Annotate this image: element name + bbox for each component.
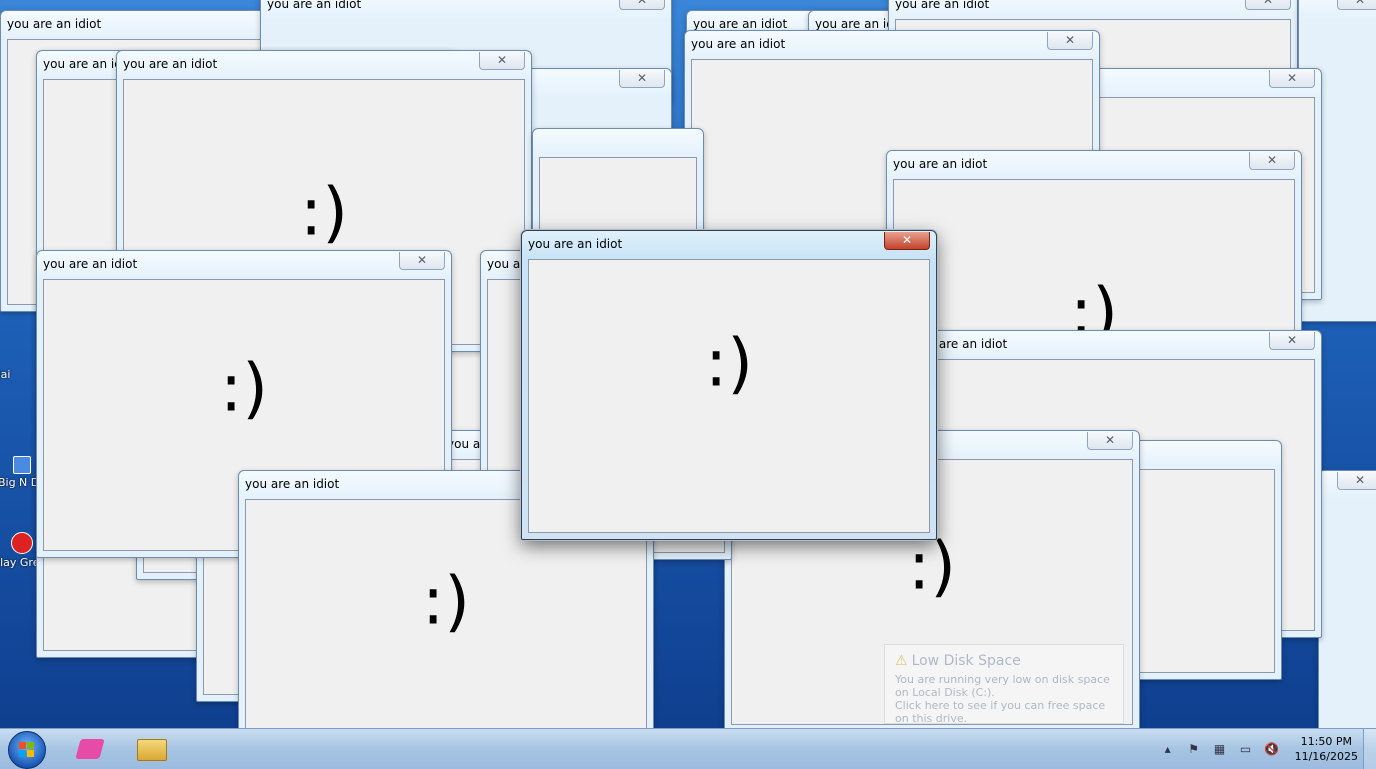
tray-expand-icon[interactable]: ▴ bbox=[1160, 741, 1176, 757]
volume-muted-icon[interactable]: 🔇 bbox=[1264, 741, 1280, 757]
smiley-text: :) bbox=[422, 562, 470, 640]
window-title: you are an idiot bbox=[267, 0, 362, 11]
window-title: you are an idiot bbox=[7, 17, 102, 31]
taskbar-app-explorer[interactable] bbox=[132, 733, 172, 765]
popup-window[interactable]: ✕ bbox=[1318, 470, 1376, 728]
windows-flag-icon bbox=[19, 742, 35, 758]
folder-icon bbox=[137, 739, 167, 761]
close-button[interactable]: ✕ bbox=[1047, 32, 1093, 50]
close-button[interactable]: ✕ bbox=[479, 52, 525, 70]
close-button[interactable]: ✕ bbox=[1269, 332, 1315, 350]
notification-body: You are running very low on disk space o… bbox=[895, 673, 1110, 699]
show-desktop-button[interactable] bbox=[1363, 729, 1376, 769]
window-title: you are an idiot bbox=[895, 0, 990, 11]
window-title: you are an idiot bbox=[528, 237, 623, 251]
notification-title-text: Low Disk Space bbox=[911, 653, 1021, 669]
window-title: you are an idiot bbox=[893, 157, 988, 171]
game-icon bbox=[11, 532, 33, 554]
clock-time: 11:50 PM bbox=[1300, 735, 1352, 748]
clock-date: 11/16/2025 bbox=[1294, 750, 1358, 763]
notification-title: ⚠ Low Disk Space bbox=[895, 653, 1113, 669]
system-tray: ▴ ⚑ ▦ ▭ 🔇 11:50 PM 11/16/2025 bbox=[1155, 729, 1358, 769]
network-icon[interactable]: ▦ bbox=[1212, 741, 1228, 757]
pink-box-icon bbox=[75, 739, 105, 759]
desktop: lai Big N De Play Great you are an idiot… bbox=[0, 0, 1376, 728]
close-button[interactable]: ✕ bbox=[1245, 0, 1291, 10]
close-button[interactable]: ✕ bbox=[884, 232, 930, 250]
taskbar-app-pink[interactable] bbox=[70, 733, 110, 765]
close-button[interactable]: ✕ bbox=[1087, 432, 1133, 450]
close-button[interactable]: ✕ bbox=[1337, 0, 1376, 10]
active-popup-window[interactable]: you are an idiot ✕ :) bbox=[521, 230, 937, 540]
close-button[interactable]: ✕ bbox=[1337, 472, 1376, 490]
desktop-icon-label: lai bbox=[0, 368, 11, 381]
flag-icon[interactable]: ⚑ bbox=[1186, 741, 1202, 757]
close-button[interactable]: ✕ bbox=[619, 0, 665, 10]
window-title: you are an idiot bbox=[691, 37, 786, 51]
taskbar: ▴ ⚑ ▦ ▭ 🔇 11:50 PM 11/16/2025 bbox=[0, 728, 1376, 769]
close-button[interactable]: ✕ bbox=[399, 252, 445, 270]
window-title: you are an idiot bbox=[245, 477, 340, 491]
clock[interactable]: 11:50 PM 11/16/2025 bbox=[1295, 734, 1358, 764]
smiley-text: :) bbox=[300, 173, 348, 251]
notification-action: Click here to see if you can free space … bbox=[895, 699, 1106, 725]
battery-icon[interactable]: ▭ bbox=[1238, 741, 1254, 757]
desktop-icon-1[interactable]: lai bbox=[0, 368, 34, 381]
smiley-text: :) bbox=[220, 349, 268, 427]
close-button[interactable]: ✕ bbox=[1269, 70, 1315, 88]
window-content: :) bbox=[528, 259, 930, 533]
start-button[interactable] bbox=[8, 731, 46, 769]
shortcut-icon bbox=[13, 456, 31, 474]
window-title: you are an idiot bbox=[123, 57, 218, 71]
close-button[interactable]: ✕ bbox=[619, 70, 665, 88]
window-title: you are an idiot bbox=[43, 257, 138, 271]
warning-icon: ⚠ bbox=[895, 653, 908, 669]
close-button[interactable]: ✕ bbox=[1249, 152, 1295, 170]
low-disk-notification[interactable]: ⚠ Low Disk Space You are running very low… bbox=[884, 644, 1124, 725]
smiley-text: :) bbox=[705, 324, 753, 402]
window-title: you are an idiot bbox=[693, 17, 788, 31]
